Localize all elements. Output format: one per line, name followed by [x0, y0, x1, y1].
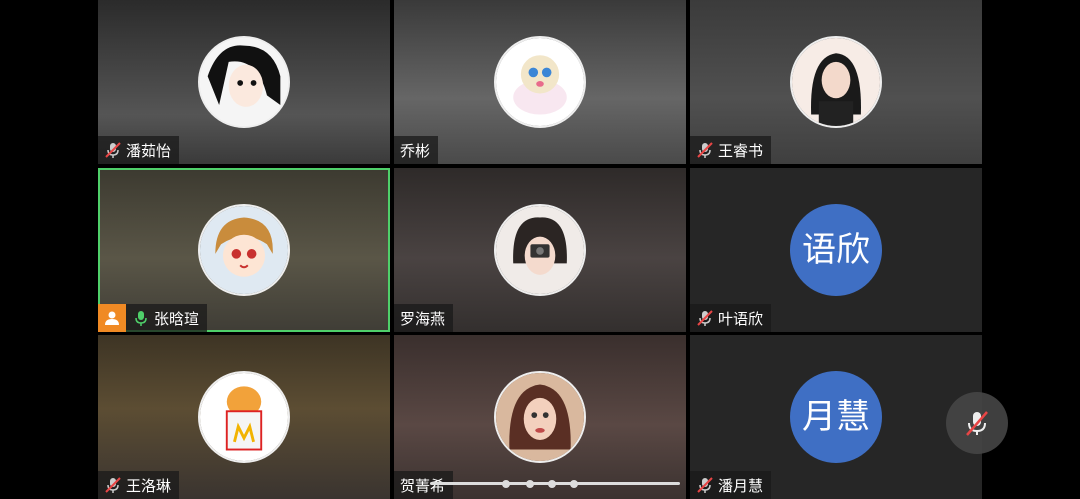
participant-tile-1[interactable]: 潘茹怡 [98, 0, 390, 164]
participant-name: 乔彬 [400, 141, 431, 160]
name-label: 王睿书 [690, 136, 772, 164]
participant-tile-7[interactable]: 王洛琳 [98, 335, 390, 499]
avatar [494, 371, 586, 463]
name-label: 潘茹怡 [98, 136, 180, 164]
page-dot[interactable] [526, 480, 534, 488]
name-label: 张晗瑄 [98, 304, 208, 332]
participant-name: 潘月慧 [718, 476, 764, 495]
participant-name: 张晗瑄 [154, 309, 200, 328]
mic-off-icon [105, 142, 121, 158]
video-grid: 潘茹怡 乔彬 王睿书 张晗瑄 罗海燕 语欣 叶语欣 王洛琳 贺菁希 月慧 潘月慧 [98, 0, 982, 499]
page-dot[interactable] [548, 480, 556, 488]
participant-tile-2[interactable]: 乔彬 [394, 0, 686, 164]
participant-tile-5[interactable]: 罗海燕 [394, 168, 686, 332]
participant-tile-8[interactable]: 贺菁希 [394, 335, 686, 499]
mic-off-icon [966, 411, 988, 436]
mute-toggle-button[interactable] [946, 392, 1008, 454]
avatar [198, 36, 290, 128]
page-dot[interactable] [570, 480, 578, 488]
participant-name: 潘茹怡 [126, 141, 172, 160]
mic-off-icon [697, 477, 713, 493]
avatar [198, 371, 290, 463]
avatar [198, 204, 290, 296]
participant-name: 叶语欣 [718, 309, 764, 328]
participant-name: 王洛琳 [126, 476, 172, 495]
initials-avatar: 月慧 [790, 371, 882, 463]
name-label: 潘月慧 [690, 471, 772, 499]
avatar [494, 204, 586, 296]
participant-tile-9[interactable]: 月慧 潘月慧 [690, 335, 982, 499]
participant-name: 王睿书 [718, 141, 764, 160]
mic-off-icon [105, 477, 121, 493]
participant-tile-3[interactable]: 王睿书 [690, 0, 982, 164]
participant-tile-6[interactable]: 语欣 叶语欣 [690, 168, 982, 332]
initials-avatar: 语欣 [790, 204, 882, 296]
participant-tile-4[interactable]: 张晗瑄 [98, 168, 390, 332]
name-label: 叶语欣 [690, 304, 772, 332]
mic-on-icon [135, 311, 147, 326]
name-label: 王洛琳 [98, 471, 180, 499]
name-label: 乔彬 [394, 136, 439, 164]
host-badge [98, 304, 126, 332]
mic-off-icon [697, 142, 713, 158]
avatar [494, 36, 586, 128]
mic-off-icon [697, 310, 713, 326]
person-icon [105, 311, 119, 325]
page-dot[interactable] [502, 480, 510, 488]
participant-name: 罗海燕 [400, 309, 446, 328]
name-label: 罗海燕 [394, 304, 454, 332]
avatar [790, 36, 882, 128]
page-indicator[interactable] [430, 480, 680, 488]
